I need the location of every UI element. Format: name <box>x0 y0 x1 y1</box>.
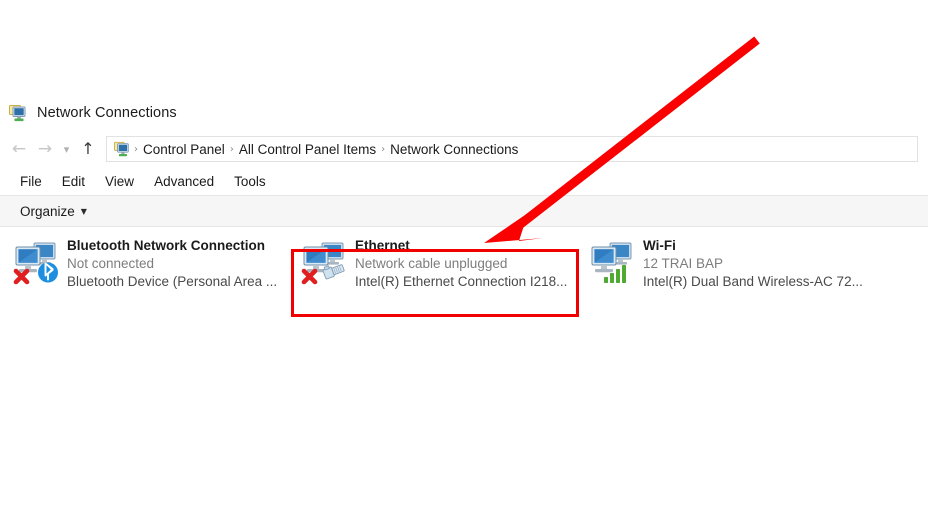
ethernet-adapter-icon <box>298 235 350 287</box>
chevron-down-icon[interactable]: ▼ <box>81 207 87 216</box>
wifi-adapter-icon <box>586 235 638 287</box>
connection-name: Wi-Fi <box>643 238 676 253</box>
connection-status: Not connected <box>67 256 155 271</box>
connection-device: Bluetooth Device (Personal Area ... <box>67 274 278 289</box>
menu-item-tools[interactable]: Tools <box>224 174 276 189</box>
list-item[interactable]: Ethernet Network cable unplugged Intel(R… <box>298 235 578 293</box>
connection-name: Bluetooth Network Connection <box>67 238 265 253</box>
window-titlebar: Network Connections <box>0 95 928 131</box>
list-item-text: Bluetooth Network Connection Not connect… <box>67 237 277 291</box>
menu-item-edit[interactable]: Edit <box>52 174 95 189</box>
list-item[interactable]: Bluetooth Network Connection Not connect… <box>10 235 285 293</box>
chevron-down-icon[interactable]: ▾ <box>58 136 75 162</box>
connection-status: 12 TRAI BAP <box>643 256 724 271</box>
list-item[interactable]: Wi-Fi 12 TRAI BAP Intel(R) Dual Band Wir… <box>586 235 876 293</box>
list-item-text: Wi-Fi 12 TRAI BAP Intel(R) Dual Band Wir… <box>643 237 863 291</box>
connection-device: Intel(R) Dual Band Wireless-AC 72... <box>643 274 863 289</box>
breadcrumb-item-control-panel[interactable]: Control Panel <box>139 142 229 157</box>
command-toolbar: Organize ▼ <box>0 196 928 227</box>
menu-item-view[interactable]: View <box>95 174 144 189</box>
network-connections-icon <box>9 104 28 123</box>
breadcrumb-item-all-control-panel-items[interactable]: All Control Panel Items <box>235 142 380 157</box>
navigation-bar: ← → ▾ ↑ › Control Panel › All Control Pa… <box>0 131 928 167</box>
connection-status: Network cable unplugged <box>355 256 508 271</box>
menu-item-advanced[interactable]: Advanced <box>144 174 224 189</box>
address-bar-network-icon <box>114 141 131 158</box>
connection-name: Ethernet <box>355 238 410 253</box>
connection-device: Intel(R) Ethernet Connection I218... <box>355 274 568 289</box>
network-connections-window: Network Connections ← → ▾ ↑ › Control Pa… <box>0 95 928 353</box>
organize-button[interactable]: Organize <box>20 204 75 219</box>
list-item-text: Ethernet Network cable unplugged Intel(R… <box>355 237 567 291</box>
window-title: Network Connections <box>37 105 177 121</box>
menu-bar: File Edit View Advanced Tools <box>0 167 928 196</box>
arrow-left-icon[interactable]: ← <box>6 136 32 162</box>
address-bar[interactable]: › Control Panel › All Control Panel Item… <box>106 136 918 162</box>
arrow-right-icon[interactable]: → <box>32 136 58 162</box>
menu-item-file[interactable]: File <box>10 174 52 189</box>
bluetooth-network-adapter-icon <box>10 235 62 287</box>
page-background-bottom <box>0 345 928 515</box>
breadcrumb-item-network-connections[interactable]: Network Connections <box>386 142 522 157</box>
arrow-up-icon[interactable]: ↑ <box>75 136 101 162</box>
connections-list: Bluetooth Network Connection Not connect… <box>0 227 928 353</box>
